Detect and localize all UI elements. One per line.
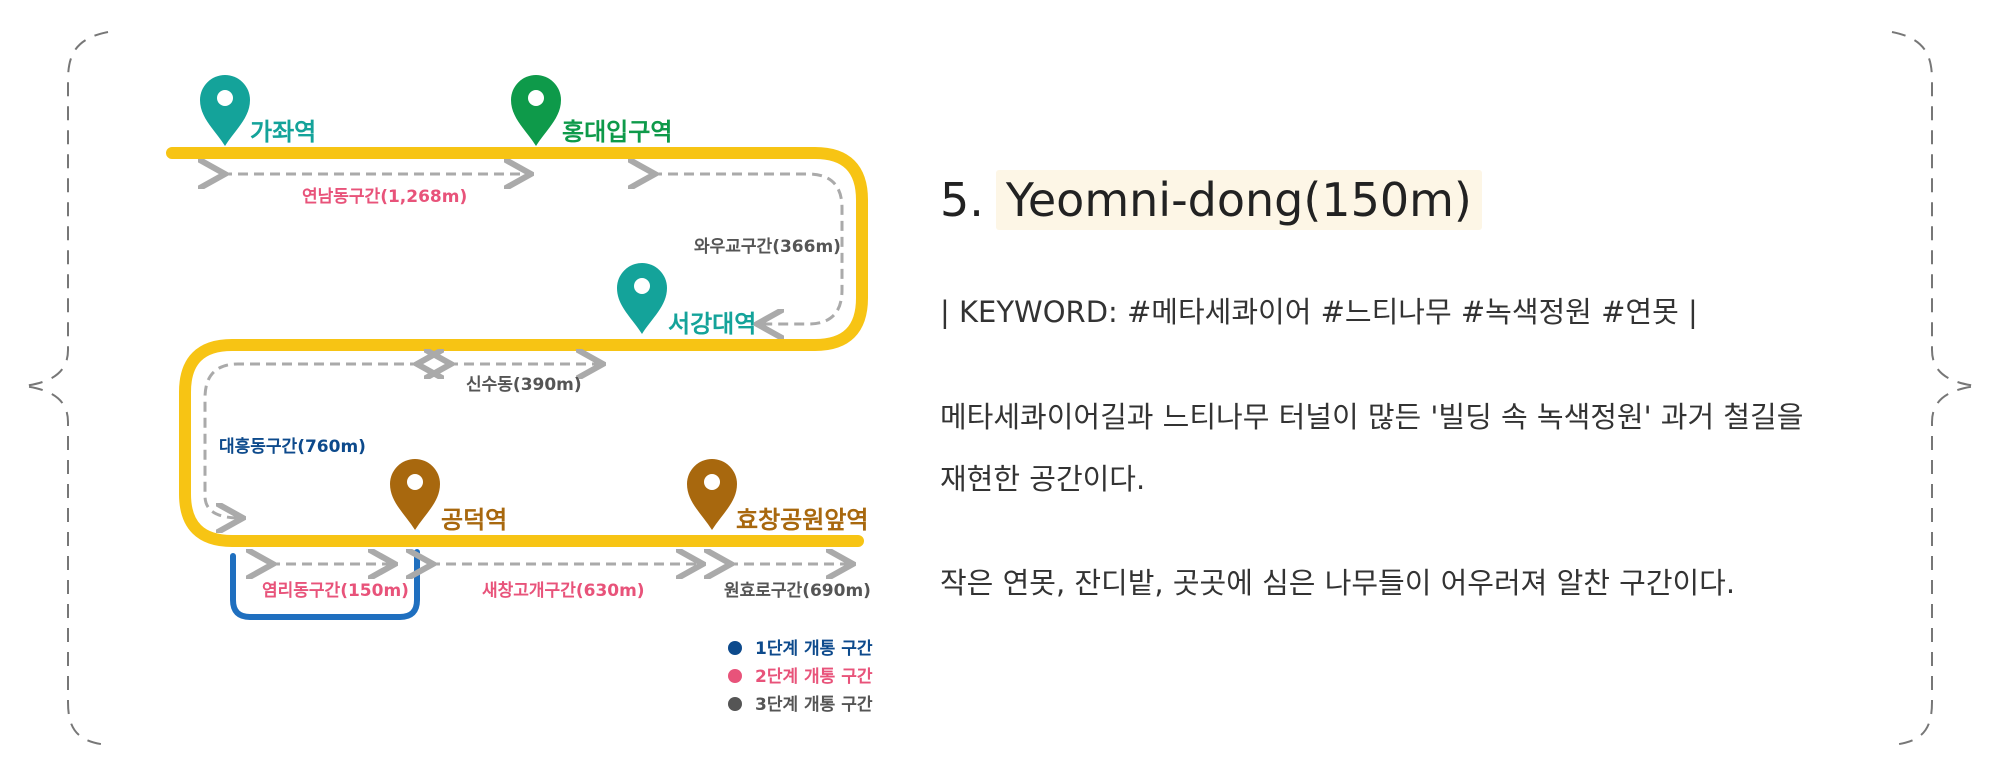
section-saechang: 새창고개구간(630m) xyxy=(482,581,645,601)
section-number: 5. xyxy=(940,173,984,227)
paragraph-1-line-1: 메타세콰이어길과 느티나무 터널이 많든 '빌딩 속 녹색정원' 과거 철길을 xyxy=(940,400,1804,434)
gajwa-pin-icon xyxy=(200,75,250,146)
section-wonhyo: 원효로구간(690m) xyxy=(724,581,871,601)
legend-stage1: 1단계 개통 구간 xyxy=(755,639,873,659)
station-hyochang: 효창공원앞역 xyxy=(736,506,868,534)
section-title: Yeomni-dong(150m) xyxy=(995,170,1482,230)
route-map: 가좌역 홍대입구역 서강대역 공덕역 효창공원앞역 연남동구간(1,268m) … xyxy=(166,75,873,715)
legend-dot-stage3 xyxy=(728,697,742,711)
station-gongdeok: 공덕역 xyxy=(441,506,507,534)
section-yeonnam: 연남동구간(1,268m) xyxy=(302,187,467,207)
section-daeheung: 대흥동구간(760m) xyxy=(219,436,366,457)
paragraph-1-line-2: 재현한 공간이다. xyxy=(940,462,1146,496)
legend-dot-stage2 xyxy=(728,669,742,683)
right-brace xyxy=(1891,31,1977,746)
rail-track xyxy=(166,147,868,547)
description-paragraph-2: 작은 연못, 잔디밭, 곳곳에 심은 나무들이 어우러져 알찬 구간이다. xyxy=(940,566,1736,600)
legend: 1단계 개통 구간 2단계 개통 구간 3단계 개통 구간 xyxy=(728,639,873,715)
sogang-pin-icon xyxy=(617,263,667,334)
section-sinsu: 신수동(390m) xyxy=(466,375,582,395)
hyochang-pin-icon xyxy=(687,459,737,530)
gongdeok-pin-icon xyxy=(390,459,440,530)
section-heading: 5. Yeomni-dong(150m) xyxy=(940,170,1900,230)
station-sogang: 서강대역 xyxy=(668,310,756,338)
description-panel: 5. Yeomni-dong(150m) | KEYWORD: #메타세콰이어 … xyxy=(940,170,1900,614)
section-yeomni: 염리동구간(150m) xyxy=(262,581,409,601)
keyword-line: | KEYWORD: #메타세콰이어 #느티나무 #녹색정원 #연못 | xyxy=(940,295,1698,329)
legend-dot-stage1 xyxy=(728,641,742,655)
legend-stage3: 3단계 개통 구간 xyxy=(755,695,873,715)
section-wawoo: 와우교구간(366m) xyxy=(694,237,841,257)
station-hongik: 홍대입구역 xyxy=(562,118,672,146)
hongik-pin-icon xyxy=(511,75,561,146)
description-paragraph-1: 메타세콰이어길과 느티나무 터널이 많든 '빌딩 속 녹색정원' 과거 철길을 … xyxy=(940,386,1900,510)
legend-stage2: 2단계 개통 구간 xyxy=(755,667,873,687)
station-gajwa: 가좌역 xyxy=(250,118,316,146)
